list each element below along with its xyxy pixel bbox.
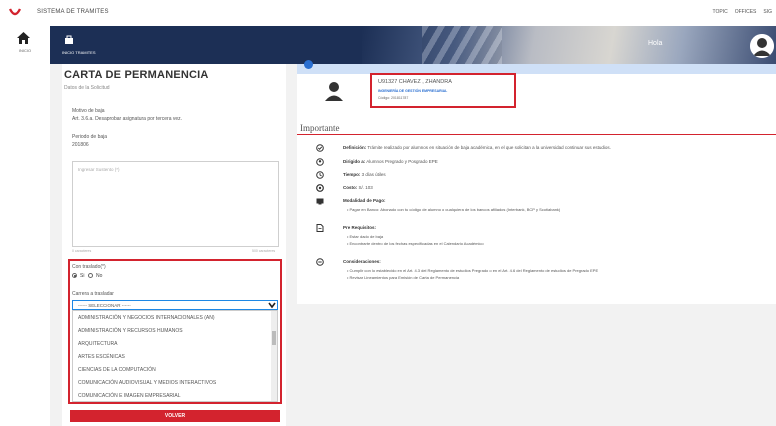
clock-icon xyxy=(316,171,324,179)
app-title: SISTEMA DE TRAMITES xyxy=(37,9,109,15)
dropdown-option[interactable]: ADMINISTRACIÓN Y NEGOCIOS INTERNACIONALE… xyxy=(78,315,215,321)
carrera-select[interactable]: ------ SELECCIONAR ------ xyxy=(72,300,278,310)
top-links: TOPIC OFFICES SIG xyxy=(713,9,773,15)
page-title: CARTA DE PERMANENCIA xyxy=(64,69,209,81)
important-item: Costo: S/. 103 xyxy=(343,185,373,190)
tab-tramites-label: INICIO TRAMITES xyxy=(62,50,96,55)
carrera-select-value: ------ SELECCIONAR ------ xyxy=(78,303,131,308)
user-circle-icon xyxy=(316,158,324,166)
traslado-label: Con traslado(*) xyxy=(72,264,106,270)
student-name: U91327 CHAVEZ , ZHANDRA xyxy=(378,79,452,85)
home-label[interactable]: INICIO xyxy=(0,48,50,53)
dropdown-option[interactable]: ADMINISTRACIÓN Y RECURSOS HUMANOS xyxy=(78,328,183,334)
top-bar: SISTEMA DE TRAMITES TOPIC OFFICES SIG xyxy=(0,0,776,26)
dropdown-option[interactable]: CIENCIAS DE LA COMPUTACIÓN xyxy=(78,367,156,373)
info-icon xyxy=(304,60,313,69)
volver-button[interactable]: VOLVER xyxy=(70,410,280,422)
page-subtitle: Datos de la Solicitud xyxy=(64,85,110,91)
document-icon xyxy=(316,224,324,232)
student-profile-icon xyxy=(325,82,343,101)
motivo-label: Motivo de baja xyxy=(72,108,105,114)
prereq-bullet: • Estar dado de baja xyxy=(347,234,384,239)
top-link-sig[interactable]: SIG xyxy=(763,9,772,15)
info-circle-icon xyxy=(316,258,324,266)
user-avatar[interactable] xyxy=(750,34,774,58)
header-band: INICIO TRAMITES Hola xyxy=(50,26,776,64)
important-item: Dirigido a: Alumnos Pregrado y Posgrado … xyxy=(343,159,438,164)
header-banner-image xyxy=(362,26,776,64)
dropdown-option[interactable]: COMUNICACIÓN E IMAGEN EMPRESARIAL xyxy=(78,393,181,399)
important-item: Definición: Trámite realizado por alumno… xyxy=(343,145,611,150)
left-rail: INICIO xyxy=(0,26,50,426)
payment-bullet: • Pagar en Banco: Abonado con tu código … xyxy=(347,207,561,212)
carrera-dropdown-list[interactable]: ADMINISTRACIÓN Y NEGOCIOS INTERNACIONALE… xyxy=(72,310,278,402)
important-item: Pre Requisitos: xyxy=(343,225,377,230)
important-item: Modalidad de Pago: xyxy=(343,198,386,203)
important-item: Consideraciones: xyxy=(343,259,381,264)
top-link-offices[interactable]: OFFICES xyxy=(735,9,757,15)
char-counter-left: 0 caracteres xyxy=(72,249,92,253)
sustento-placeholder: Ingresar Sustento (*) xyxy=(78,167,120,172)
info-panel: U91327 CHAVEZ , ZHANDRA INGENIERÍA DE GE… xyxy=(297,60,776,304)
tramites-icon xyxy=(65,35,73,44)
dropdown-option[interactable]: ARQUITECTURA xyxy=(78,341,117,347)
greeting-text: Hola xyxy=(648,40,663,47)
consider-bullet[interactable]: • Revisar Lineamientos para Emisión de C… xyxy=(347,275,459,280)
radio-no-label: No xyxy=(96,273,103,279)
student-code: Código: 201811787 xyxy=(378,96,409,100)
radio-si[interactable] xyxy=(72,273,77,278)
motivo-value: Art. 3.6.a. Desaprobar asignatura por te… xyxy=(72,116,183,122)
tab-tramites[interactable]: INICIO TRAMITES xyxy=(50,26,110,64)
sustento-textarea[interactable]: Ingresar Sustento (*) xyxy=(72,161,279,247)
check-circle-icon xyxy=(316,144,324,152)
periodo-value: 201806 xyxy=(72,142,89,148)
important-title: Importante xyxy=(300,123,340,133)
section-divider xyxy=(297,134,776,135)
info-strip xyxy=(297,64,776,74)
prereq-bullet: • Encontrarte dentro de los fechas espec… xyxy=(347,241,484,246)
user-avatar-icon xyxy=(750,34,774,58)
carrera-label: Carrera a trasladar xyxy=(72,291,114,297)
char-counter-right: 500 caracteres xyxy=(252,249,276,253)
radio-no[interactable] xyxy=(88,273,93,278)
radio-si-label: Si xyxy=(80,273,85,279)
student-career: INGENIERÍA DE GESTIÓN EMPRESARIAL xyxy=(378,89,448,93)
home-icon[interactable] xyxy=(17,32,30,44)
student-info-box: U91327 CHAVEZ , ZHANDRA INGENIERÍA DE GE… xyxy=(370,73,516,108)
request-form-panel: CARTA DE PERMANENCIA Datos de la Solicit… xyxy=(62,64,286,426)
dropdown-option[interactable]: COMUNICACIÓN AUDIOVISUAL Y MEDIOS INTERA… xyxy=(78,380,216,386)
coin-icon xyxy=(316,184,324,192)
dropdown-scrollbar[interactable] xyxy=(271,311,277,401)
payment-icon xyxy=(316,198,324,205)
important-item: Tiempo: 3 días útiles xyxy=(343,172,386,177)
periodo-label: Periodo de baja xyxy=(72,134,108,140)
university-logo-icon[interactable] xyxy=(9,7,21,19)
consider-bullet: • Cumplir con lo establecido en el Art. … xyxy=(347,268,599,273)
dropdown-scroll-thumb[interactable] xyxy=(272,331,276,345)
dropdown-option[interactable]: ARTES ESCÉNICAS xyxy=(78,354,125,360)
top-link-topic[interactable]: TOPIC xyxy=(713,9,728,15)
chevron-down-icon[interactable] xyxy=(267,301,277,309)
